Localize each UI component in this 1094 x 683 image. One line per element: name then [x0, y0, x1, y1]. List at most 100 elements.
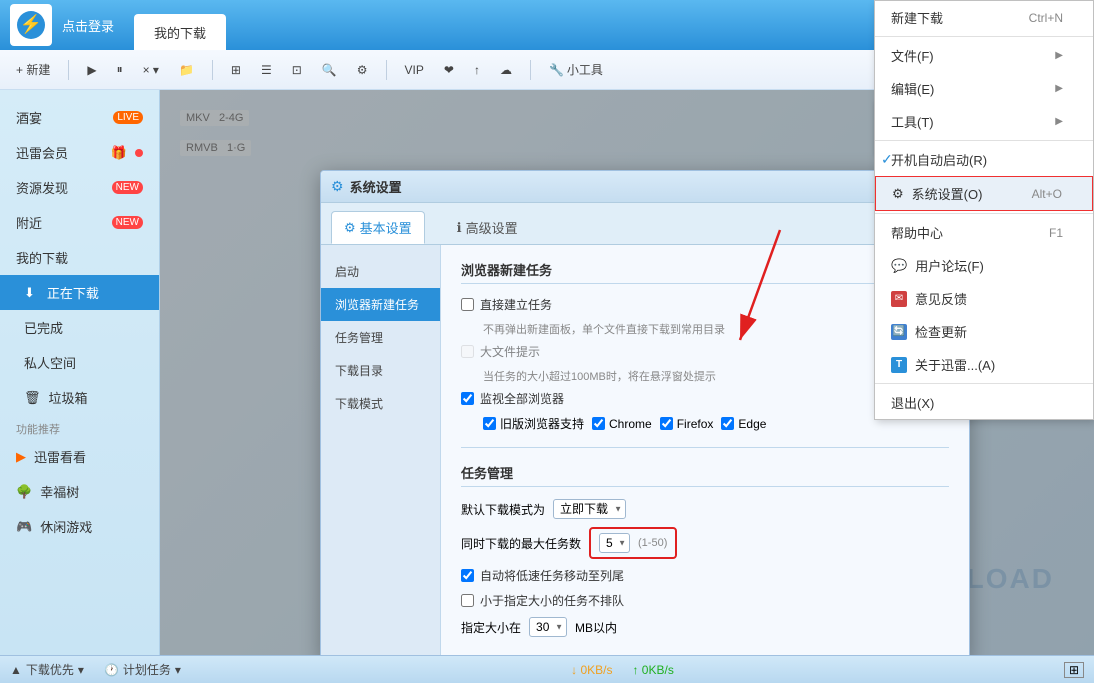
trash-label: 垃圾箱 [49, 388, 88, 407]
sidebar-item-vip[interactable]: 迅雷会员 🎁 [0, 135, 159, 170]
exclude-small-checkbox[interactable] [461, 594, 474, 607]
size-unit: MB以内 [575, 619, 617, 636]
edge-checkbox[interactable] [721, 417, 734, 430]
search-button[interactable]: 🔍 [316, 60, 343, 80]
menu-item-exit[interactable]: 退出(X) [875, 386, 1093, 419]
sidebar-item-xunlei-watch[interactable]: ▶ 迅雷看看 [0, 439, 159, 474]
delete-button[interactable]: × ▾ [137, 60, 165, 80]
game-icon: 🎮 [16, 519, 32, 535]
exclude-small-label[interactable]: 小于指定大小的任务不排队 [461, 592, 624, 609]
view-list-button[interactable]: ☰ [255, 60, 278, 80]
scheduled-task-item[interactable]: 🕐 计划任务 ▾ [104, 661, 181, 678]
large-file-checkbox-label[interactable]: 大文件提示 [461, 343, 540, 360]
live-badge: LIVE [113, 111, 143, 124]
toolbar-sep-2 [212, 60, 213, 80]
folder-button[interactable]: 📁 [173, 60, 200, 80]
dialog-tab-advanced[interactable]: ℹ 高级设置 [445, 211, 530, 244]
sidebar-item-downloading[interactable]: ⬇ 正在下载 [0, 275, 159, 310]
size-limit-row: 指定大小在 30 MB以内 [461, 617, 949, 637]
dialog-tab-bar: ⚙ 基本设置 ℹ 高级设置 [321, 203, 969, 245]
exclude-small-text: 小于指定大小的任务不排队 [480, 592, 624, 609]
menu-item-forum[interactable]: 💬 用户论坛(F) [875, 249, 1093, 282]
private-label: 私人空间 [24, 353, 76, 372]
downloading-label: 正在下载 [47, 283, 99, 302]
size-select[interactable]: 30 [529, 617, 567, 637]
firefox-checkbox[interactable] [660, 417, 673, 430]
menu-item-new-download[interactable]: 新建下载 Ctrl+N [875, 1, 1093, 34]
thunder-logo-icon: ⚡ [16, 10, 46, 40]
update-label: 检查更新 [915, 322, 967, 341]
menu-item-update[interactable]: 🔄 检查更新 [875, 315, 1093, 348]
sidebar-item-trash[interactable]: 🗑 垃圾箱 [0, 380, 159, 415]
old-browser-checkbox[interactable] [483, 417, 496, 430]
dialog-sidebar-startup[interactable]: 启动 [321, 255, 440, 288]
pause-button[interactable]: ⏸ [111, 59, 129, 80]
jiuze-label: 酒宴 [16, 108, 42, 127]
menu-item-about[interactable]: T 关于迅雷...(A) [875, 348, 1093, 381]
heart-button[interactable]: ❤ [438, 60, 460, 80]
direct-task-checkbox-label[interactable]: 直接建立任务 [461, 296, 552, 313]
settings-button[interactable]: ⚙ [351, 60, 374, 80]
app-logo: ⚡ [10, 4, 52, 46]
chrome-label: Chrome [609, 417, 652, 431]
default-mode-select[interactable]: 立即下载 [553, 499, 626, 519]
sidebar-item-mydownload[interactable]: 我的下载 [0, 240, 159, 275]
sidebar: 酒宴 LIVE 迅雷会员 🎁 资源发现 NEW 附近 NEW 我的下载 ⬇ 正在 [0, 90, 160, 655]
edge-check[interactable]: Edge [721, 417, 766, 431]
dialog-sidebar-directory[interactable]: 下载目录 [321, 354, 440, 387]
layout-toggle-button[interactable]: ⊞ [1064, 662, 1084, 678]
view-detail-button[interactable]: ⊡ [286, 60, 308, 80]
toolbar-sep-3 [386, 60, 387, 80]
mydownload-label: 我的下载 [16, 248, 68, 267]
view-grid-button[interactable]: ⊞ [225, 60, 247, 80]
menu-item-tools[interactable]: 工具(T) ▶ [875, 105, 1093, 138]
resource-label: 资源发现 [16, 178, 68, 197]
chrome-checkbox[interactable] [592, 417, 605, 430]
sidebar-item-resource[interactable]: 资源发现 NEW [0, 170, 159, 205]
down-speed-value: ↓ 0KB/s [571, 663, 612, 677]
sidebar-item-completed[interactable]: 已完成 [0, 310, 159, 345]
cloud-button[interactable]: ☁ [494, 60, 518, 80]
old-browser-check[interactable]: 旧版浏览器支持 [483, 415, 584, 432]
sidebar-item-jiuze[interactable]: 酒宴 LIVE [0, 100, 159, 135]
chrome-check[interactable]: Chrome [592, 417, 652, 431]
help-shortcut: F1 [1049, 226, 1063, 240]
sidebar-item-private[interactable]: 私人空间 [0, 345, 159, 380]
sidebar-item-nearby[interactable]: 附近 NEW [0, 205, 159, 240]
auto-move-label[interactable]: 自动将低速任务移动至列尾 [461, 567, 624, 584]
menu-item-settings[interactable]: ⚙ 系统设置(O) Alt+O [875, 176, 1093, 211]
dialog-tab-basic[interactable]: ⚙ 基本设置 [331, 211, 425, 244]
large-file-checkbox[interactable] [461, 345, 474, 358]
dialog-sidebar-browser[interactable]: 浏览器新建任务 [321, 288, 440, 321]
menu-item-feedback[interactable]: ✉ 意见反馈 [875, 282, 1093, 315]
max-tasks-select[interactable]: 5 [599, 533, 630, 553]
direct-task-checkbox[interactable] [461, 298, 474, 311]
sidebar-item-games[interactable]: 🎮 休闲游戏 [0, 509, 159, 544]
games-label: 休闲游戏 [40, 517, 92, 536]
large-file-text: 大文件提示 [480, 343, 540, 360]
monitor-all-checkbox[interactable] [461, 392, 474, 405]
dialog-sidebar-dlmode[interactable]: 下载模式 [321, 387, 440, 420]
main-tab[interactable]: 我的下载 [134, 14, 226, 50]
menu-item-autostart[interactable]: ✓ 开机自动启动(R) [875, 143, 1093, 176]
login-button[interactable]: 点击登录 [62, 16, 114, 35]
menu-item-help[interactable]: 帮助中心 F1 [875, 216, 1093, 249]
menu-item-edit[interactable]: 编辑(E) ▶ [875, 72, 1093, 105]
file-arrow: ▶ [1055, 50, 1063, 61]
vip-button[interactable]: VIP [399, 60, 430, 80]
dialog-sidebar-task[interactable]: 任务管理 [321, 321, 440, 354]
arrow-up-button[interactable]: ↑ [468, 60, 486, 80]
tools-button[interactable]: 🔧 小工具 [543, 58, 609, 81]
firefox-check[interactable]: Firefox [660, 417, 714, 431]
new-download-button[interactable]: + 新建 [10, 58, 56, 81]
sidebar-item-lucky-tree[interactable]: 🌳 幸福树 [0, 474, 159, 509]
download-icon: ⬇ [24, 285, 35, 301]
tools-icon: 🔧 [549, 63, 564, 77]
download-priority-item[interactable]: ▲ 下载优先 ▾ [10, 661, 84, 678]
update-icon: 🔄 [891, 324, 907, 340]
scheduled-task-label: 计划任务 [123, 661, 171, 678]
monitor-all-checkbox-label[interactable]: 监视全部浏览器 [461, 390, 564, 407]
play-button[interactable]: ▶ [81, 60, 102, 80]
auto-move-checkbox[interactable] [461, 569, 474, 582]
menu-item-file[interactable]: 文件(F) ▶ [875, 39, 1093, 72]
